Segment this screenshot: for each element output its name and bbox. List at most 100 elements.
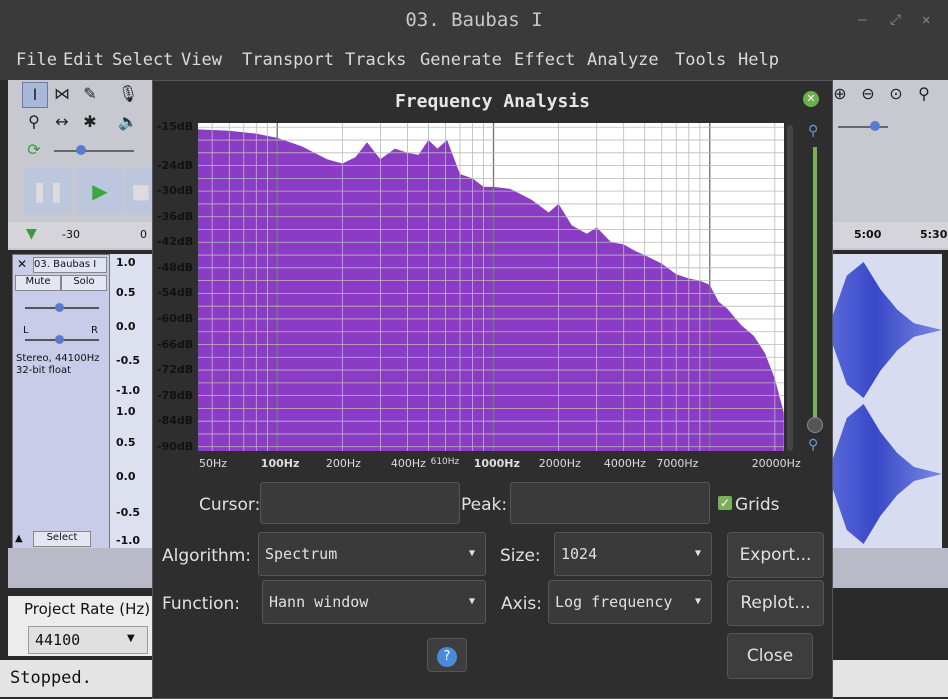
chevron-down-icon: ▼ <box>694 548 701 559</box>
maximize-icon[interactable]: ⤢ <box>890 0 901 40</box>
selection-tool-icon[interactable]: I <box>22 82 48 108</box>
zoom-slider-thumb[interactable] <box>807 417 823 433</box>
draw-tool-icon[interactable]: ✎ <box>78 82 102 106</box>
cursor-label: Cursor: <box>199 495 261 515</box>
menu-transport[interactable]: Transport <box>242 50 334 70</box>
mute-button[interactable]: Mute <box>15 275 61 291</box>
menu-view[interactable]: View <box>181 50 222 70</box>
waveform-channel-left <box>830 262 942 398</box>
window-title: 03. Baubas I <box>405 9 543 31</box>
playback-speed-slider[interactable] <box>54 150 134 152</box>
menu-tracks[interactable]: Tracks <box>345 50 406 70</box>
chevron-down-icon: ▼ <box>468 548 475 559</box>
play-button[interactable]: ▶ <box>76 168 124 214</box>
y-tick-label: -42dB <box>157 235 194 249</box>
window-close-icon[interactable]: ✕ <box>922 0 930 40</box>
menu-generate[interactable]: Generate <box>420 50 502 70</box>
status-text: Stopped. <box>10 668 92 688</box>
axis-value: Log frequency <box>555 593 673 611</box>
scale-label: -1.0 <box>116 534 141 547</box>
plot-scrollbar[interactable] <box>787 125 793 451</box>
solo-button[interactable]: Solo <box>61 275 107 291</box>
x-tick-label: 20000Hz <box>751 457 801 470</box>
menu-tools[interactable]: Tools <box>675 50 726 70</box>
y-tick-label: -60dB <box>157 311 194 325</box>
ruler-tick: -30 <box>62 228 80 241</box>
track-format-info: Stereo, 44100Hz <box>16 353 100 364</box>
menu-select[interactable]: Select <box>112 50 173 70</box>
track-control-panel: ✕ 03. Baubas I Mute Solo L R Stereo, 441… <box>12 254 110 550</box>
y-tick-label: -90dB <box>157 439 194 453</box>
project-rate-label: Project Rate (Hz) <box>24 600 151 618</box>
pause-button[interactable]: ❚❚ <box>24 168 72 214</box>
spectrum-plot[interactable] <box>198 123 784 451</box>
size-select[interactable]: 1024 ▼ <box>554 532 712 576</box>
x-tick-label: 200Hz <box>325 457 361 470</box>
project-rate-select[interactable]: 44100 ▼ <box>28 626 148 654</box>
axis-select[interactable]: Log frequency ▼ <box>548 580 712 624</box>
x-tick-label: 1000Hz <box>473 457 520 470</box>
speed-slider-thumb[interactable] <box>76 145 86 155</box>
playback-volume-slider[interactable] <box>838 126 888 128</box>
ruler-tick: 5:30 <box>920 228 948 241</box>
size-label: Size: <box>500 546 541 566</box>
waveform-view[interactable] <box>830 254 942 548</box>
menu-effect[interactable]: Effect <box>514 50 575 70</box>
pan-left-label: L <box>23 325 29 336</box>
timeshift-tool-icon[interactable]: ↔ <box>50 110 74 134</box>
playback-meter-icon[interactable]: 🔈 <box>116 110 140 134</box>
project-rate-frame: Project Rate (Hz) 44100 ▼ <box>8 596 154 656</box>
function-select[interactable]: Hann window ▼ <box>262 580 486 624</box>
dialog-close-icon[interactable]: ✕ <box>803 91 819 107</box>
scale-label: 0.0 <box>116 470 136 483</box>
zoom-out-icon[interactable]: ⊖ <box>856 82 880 106</box>
select-track-button[interactable]: Select <box>33 531 91 547</box>
scale-label: -1.0 <box>116 384 141 397</box>
ruler-tick: 5:00 <box>854 228 882 241</box>
algorithm-label: Algorithm: <box>162 546 251 566</box>
x-tick-label: 400Hz <box>390 457 426 470</box>
record-meter-icon[interactable]: 🎙 <box>116 82 140 106</box>
track-name-menu[interactable]: 03. Baubas I <box>33 257 107 273</box>
x-tick-label: 610Hz <box>430 457 460 467</box>
y-tick-label: -78dB <box>157 388 194 402</box>
help-button[interactable]: ? <box>427 638 467 672</box>
fit-selection-icon[interactable]: ⊙ <box>884 82 908 106</box>
project-rate-value: 44100 <box>35 631 81 649</box>
zoom-slider[interactable] <box>813 147 817 421</box>
scale-label: -0.5 <box>116 354 141 367</box>
zoom-out-icon[interactable]: ⚲ <box>808 437 818 453</box>
envelope-tool-icon[interactable]: ⋈ <box>50 82 74 106</box>
axis-label: Axis: <box>501 594 542 614</box>
menu-help[interactable]: Help <box>738 50 779 70</box>
play-head-icon[interactable]: ▼ <box>26 226 37 242</box>
volume-slider-thumb[interactable] <box>870 121 880 131</box>
gain-slider-thumb[interactable] <box>55 303 64 312</box>
replot-button[interactable]: Replot... <box>727 580 824 626</box>
fit-project-icon[interactable]: ⚲ <box>912 82 936 106</box>
track-close-icon[interactable]: ✕ <box>17 257 27 271</box>
sync-lock-icon[interactable]: ⟳ <box>22 138 46 162</box>
minimize-icon[interactable]: – <box>858 0 866 40</box>
multi-tool-icon[interactable]: ✱ <box>78 110 102 134</box>
collapse-track-icon[interactable]: ▲ <box>15 533 23 544</box>
grids-checkbox[interactable]: ✓ <box>718 496 732 510</box>
algorithm-select[interactable]: Spectrum ▼ <box>258 532 486 576</box>
scale-label: -0.5 <box>116 506 141 519</box>
menu-analyze[interactable]: Analyze <box>587 50 659 70</box>
zoom-in-icon[interactable]: ⚲ <box>808 123 818 139</box>
menu-edit[interactable]: Edit <box>63 50 104 70</box>
scale-label: 1.0 <box>116 405 136 418</box>
y-tick-label: -54dB <box>157 286 194 300</box>
grids-label: Grids <box>735 495 780 515</box>
close-button[interactable]: Close <box>727 633 813 679</box>
menu-file[interactable]: File <box>16 50 57 70</box>
spectrum-area <box>198 129 784 451</box>
zoom-tool-icon[interactable]: ⚲ <box>22 110 46 134</box>
x-tick-label: 7000Hz <box>656 457 699 470</box>
window-titlebar: 03. Baubas I – ⤢ ✕ <box>0 0 948 40</box>
y-tick-label: -15dB <box>157 120 194 134</box>
export-button[interactable]: Export... <box>727 532 824 578</box>
pan-slider-thumb[interactable] <box>55 335 64 344</box>
function-value: Hann window <box>269 593 369 611</box>
